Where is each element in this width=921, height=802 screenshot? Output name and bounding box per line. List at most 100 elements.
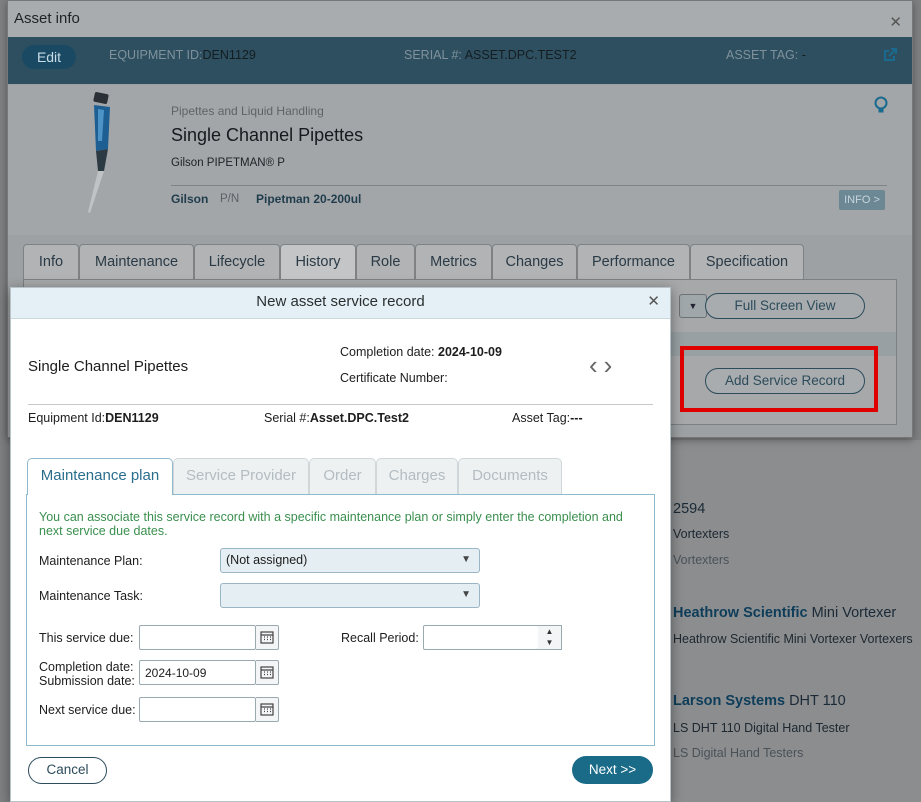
this-service-due-input[interactable]: [139, 625, 256, 650]
recall-period-label: Recall Period:: [341, 631, 419, 645]
divider: [28, 404, 653, 405]
tab-charges[interactable]: Charges: [376, 458, 458, 494]
close-icon[interactable]: ✕: [889, 13, 902, 31]
pn-label: P/N: [220, 193, 240, 205]
maintenance-task-label: Maintenance Task:: [39, 589, 143, 603]
equipment-id-field: EQUIPMENT ID:DEN1129: [109, 48, 256, 62]
recall-period-stepper[interactable]: ▲ ▼: [538, 625, 562, 650]
next-service-due-input[interactable]: [139, 697, 256, 722]
asset-tag-value: -: [801, 48, 806, 62]
tab-lifecycle[interactable]: Lifecycle: [194, 244, 280, 280]
calendar-icon[interactable]: [256, 697, 279, 722]
completion-date-field-label: Completion date:: [39, 660, 134, 674]
list-item-subtitle: LS DHT 110 Digital Hand Tester: [673, 721, 850, 735]
calendar-icon[interactable]: [256, 625, 279, 650]
caret-down-icon: ▼: [461, 589, 471, 600]
asset-brand-model: Gilson PIPETMAN® P: [171, 157, 285, 169]
page-size-select[interactable]: ▼: [679, 294, 707, 318]
cancel-button[interactable]: Cancel: [28, 757, 107, 784]
tab-maintenance-plan[interactable]: Maintenance plan: [27, 458, 173, 495]
external-link-icon[interactable]: [882, 47, 898, 68]
asset-header: Pipettes and Liquid Handling Single Chan…: [8, 85, 912, 235]
full-screen-view-button[interactable]: Full Screen View: [705, 293, 865, 319]
completion-date-info: Completion date: 2024-10-09: [340, 345, 502, 359]
chevron-right-icon[interactable]: ›: [604, 350, 619, 380]
dialog-product-name: Single Channel Pipettes: [28, 358, 189, 375]
dialog-title: New asset service record: [256, 293, 425, 310]
list-item-category: LS Digital Hand Testers: [673, 746, 804, 760]
list-item-model: DHT 110: [789, 693, 846, 709]
manufacturer-link[interactable]: Gilson: [171, 192, 208, 206]
asset-tag-label: ASSET TAG:: [726, 48, 799, 62]
maintenance-plan-value: (Not assigned): [226, 553, 308, 567]
list-item-subtitle: Vortexters: [673, 527, 730, 541]
new-service-record-dialog: New asset service record ✕ Single Channe…: [10, 287, 671, 802]
tab-metrics[interactable]: Metrics: [415, 244, 492, 280]
maintenance-plan-select[interactable]: (Not assigned) ▼: [220, 548, 480, 573]
highlight-frame: [680, 346, 878, 412]
this-service-due-label: This service due:: [39, 631, 134, 645]
tab-order[interactable]: Order: [309, 458, 376, 494]
maintenance-plan-label: Maintenance Plan:: [39, 554, 143, 568]
equipment-id-value: DEN1129: [202, 48, 256, 62]
equipment-id-label: EQUIPMENT ID:: [109, 48, 203, 62]
caret-down-icon: ▼: [461, 554, 471, 565]
record-nav: ‹›: [589, 350, 618, 381]
lightbulb-icon[interactable]: [874, 96, 888, 119]
asset-tag-field: ASSET TAG: -: [726, 48, 806, 62]
list-item-title[interactable]: 2594: [673, 501, 705, 517]
serial-label: Serial #:: [264, 411, 310, 425]
list-item-brand: Heathrow Scientific: [673, 605, 808, 621]
tab-specification[interactable]: Specification: [690, 244, 804, 280]
asset-category: Pipettes and Liquid Handling: [171, 104, 324, 118]
list-item-category: Vortexters: [673, 553, 730, 567]
dialog-serial: Serial #:Asset.DPC.Test2: [264, 411, 409, 425]
info-button[interactable]: INFO >: [839, 190, 885, 210]
calendar-icon[interactable]: [256, 660, 279, 685]
list-item-subtitle: Heathrow Scientific Mini Vortexer Vortex…: [673, 632, 913, 646]
tab-service-provider[interactable]: Service Provider: [173, 458, 309, 494]
tab-history[interactable]: History: [280, 244, 356, 280]
serial-value: ASSET.DPC.TEST2: [464, 48, 577, 62]
edit-button[interactable]: Edit: [22, 45, 76, 69]
maintenance-task-select[interactable]: ▼: [220, 583, 480, 608]
submission-date-label: Submission date:: [39, 674, 135, 688]
asset-info-title: Asset info: [14, 10, 80, 27]
recall-period-input[interactable]: [423, 625, 539, 650]
chevron-left-icon[interactable]: ‹: [589, 350, 604, 380]
serial-field: SERIAL #: ASSET.DPC.TEST2: [404, 48, 577, 62]
completion-submission-label: Completion date: Submission date:: [39, 660, 135, 688]
tab-role[interactable]: Role: [356, 244, 415, 280]
completion-date-label: Completion date:: [340, 345, 435, 359]
dialog-titlebar: New asset service record ✕: [11, 288, 670, 319]
asset-info-titlebar: Asset info ✕: [8, 1, 912, 37]
maintenance-hint: You can associate this service record wi…: [39, 510, 623, 538]
next-button[interactable]: Next >>: [572, 756, 653, 784]
asset-id-bar: Edit EQUIPMENT ID:DEN1129 SERIAL #: ASSE…: [8, 37, 912, 84]
asset-tag-label: Asset Tag:: [512, 411, 571, 425]
asset-tag-value: ---: [570, 411, 583, 425]
dialog-asset-tag: Asset Tag:---: [512, 411, 583, 425]
list-item-title[interactable]: Heathrow Scientific Mini Vortexer: [673, 605, 896, 621]
list-item-brand: Larson Systems: [673, 693, 786, 709]
tab-performance[interactable]: Performance: [577, 244, 690, 280]
pipette-image: [74, 91, 124, 219]
completion-date-value: 2024-10-09: [438, 345, 502, 359]
completion-date-input[interactable]: 2024-10-09: [139, 660, 256, 685]
tab-changes[interactable]: Changes: [492, 244, 577, 280]
tab-documents[interactable]: Documents: [458, 458, 562, 494]
caret-down-icon[interactable]: ▼: [538, 637, 561, 648]
caret-up-icon[interactable]: ▲: [538, 626, 561, 637]
equipment-id-label: Equipment Id:: [28, 411, 106, 425]
list-item-title[interactable]: Larson Systems DHT 110: [673, 693, 846, 709]
pn-value[interactable]: Pipetman 20-200ul: [256, 192, 361, 206]
list-item-model: Mini Vortexer: [811, 605, 897, 621]
tab-info[interactable]: Info: [23, 244, 79, 280]
serial-label: SERIAL #:: [404, 48, 462, 62]
certificate-number-label: Certificate Number:: [340, 371, 448, 385]
serial-value: Asset.DPC.Test2: [309, 411, 409, 425]
close-icon[interactable]: ✕: [647, 288, 660, 315]
asset-product-name: Single Channel Pipettes: [171, 125, 364, 145]
tab-maintenance[interactable]: Maintenance: [79, 244, 194, 280]
next-service-due-label: Next service due:: [39, 703, 136, 717]
